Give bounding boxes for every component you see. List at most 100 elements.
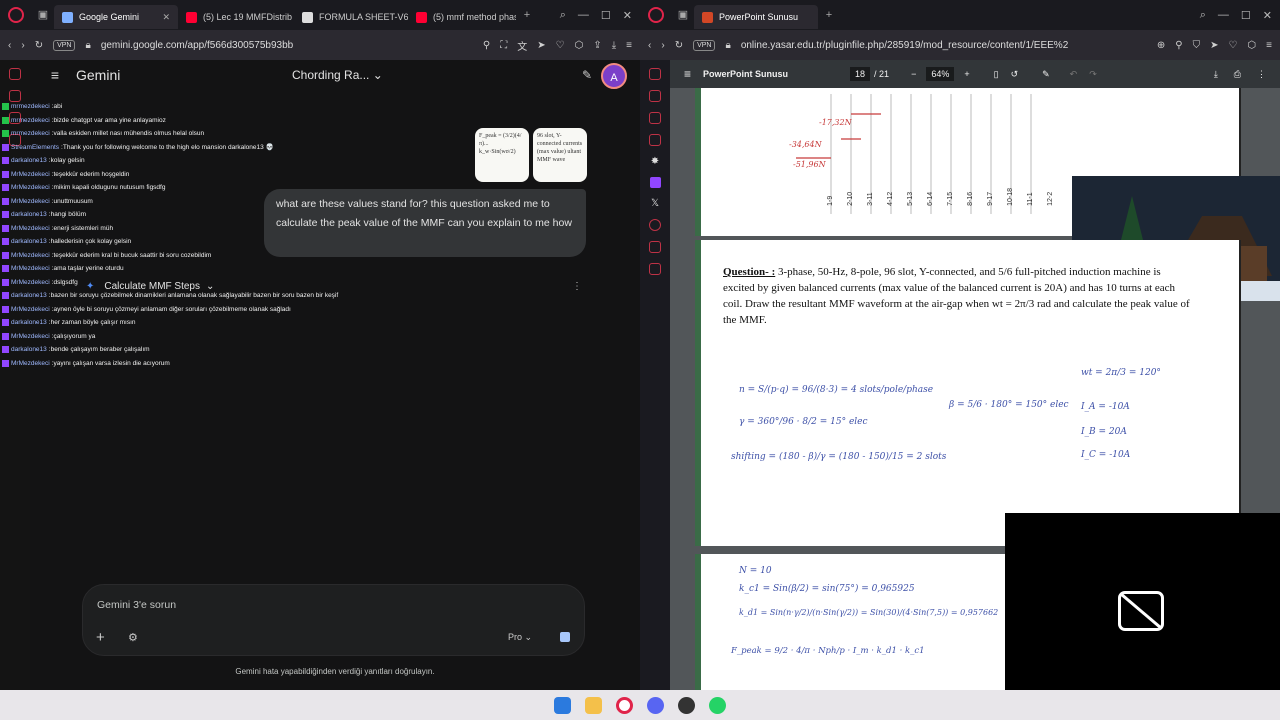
- slot-label: 2-10: [847, 191, 854, 206]
- conversation-title-dropdown[interactable]: Chording Ra... ⌄: [292, 68, 383, 82]
- search-icon[interactable]: ⌕: [1200, 9, 1206, 22]
- print-icon[interactable]: ⎙: [1234, 69, 1241, 80]
- url-field[interactable]: online.yasar.edu.tr/pluginfile.php/28591…: [741, 40, 1147, 51]
- response-title[interactable]: Calculate MMF Steps: [104, 281, 200, 292]
- shield-icon[interactable]: ⛉: [1193, 40, 1201, 51]
- minimize-icon[interactable]: —: [1218, 9, 1229, 22]
- undo-icon[interactable]: ↶: [1070, 69, 1078, 80]
- add-icon[interactable]: +: [96, 629, 105, 646]
- new-tab-icon[interactable]: +: [822, 8, 836, 22]
- zoom-out-icon[interactable]: −: [911, 69, 916, 79]
- download-icon[interactable]: ⤓: [1214, 69, 1218, 80]
- close-window-icon[interactable]: ✕: [1263, 9, 1272, 22]
- heart-icon[interactable]: ♡: [1228, 40, 1237, 51]
- prompt-input-box[interactable]: Gemini 3'e sorun + ⚙ Pro ⌄: [82, 584, 585, 656]
- tools-icon[interactable]: ⚙: [128, 631, 138, 644]
- opera-icon[interactable]: [616, 696, 633, 714]
- more-icon[interactable]: ⋮: [1257, 69, 1266, 80]
- snapshot-icon[interactable]: ⛶: [500, 40, 507, 51]
- bag-icon[interactable]: [649, 90, 661, 102]
- messenger-icon[interactable]: [649, 112, 661, 124]
- heart-icon[interactable]: ♡: [556, 40, 565, 51]
- minimize-icon[interactable]: —: [578, 9, 589, 22]
- tab-youtube-mmf[interactable]: (5) mmf method phas: [408, 5, 516, 29]
- extensions-icon[interactable]: ⬡: [1247, 40, 1256, 51]
- whatsapp-icon[interactable]: [709, 696, 726, 714]
- vpn-badge[interactable]: VPN: [53, 39, 76, 51]
- annotate-icon[interactable]: ✎: [1042, 69, 1050, 80]
- aria-icon[interactable]: [649, 68, 661, 80]
- instagram-icon[interactable]: [649, 134, 661, 146]
- hamburger-menu-icon[interactable]: ≡: [40, 67, 70, 83]
- back-icon[interactable]: ‹: [8, 40, 11, 51]
- attachment-thumbnail-2[interactable]: 96 slot, Y-connected currents (max value…: [533, 128, 587, 182]
- fit-page-icon[interactable]: ▯: [994, 69, 999, 80]
- file-explorer-icon[interactable]: [585, 696, 602, 714]
- chat-text: bizde chatgpt var ama yine anlayamioz: [53, 116, 166, 124]
- chat-text: abi: [53, 103, 63, 110]
- avatar[interactable]: A: [601, 63, 627, 89]
- menu-icon[interactable]: ≡: [1266, 40, 1272, 51]
- opera-logo-icon[interactable]: [648, 7, 664, 23]
- tab-powerpoint[interactable]: PowerPoint Sunusu: [694, 5, 818, 29]
- tabs-menu-icon[interactable]: ▣: [36, 8, 50, 22]
- send-icon[interactable]: ➤: [1210, 40, 1218, 51]
- lock-icon[interactable]: 🔒︎: [725, 40, 730, 51]
- windows-start-icon[interactable]: [554, 696, 571, 714]
- mode-selector[interactable]: Pro ⌄: [508, 632, 532, 643]
- url-field[interactable]: gemini.google.com/app/f566d300575b93bb: [101, 40, 473, 51]
- settings-icon[interactable]: [649, 263, 661, 275]
- new-tab-icon[interactable]: +: [520, 8, 534, 22]
- lock-icon[interactable]: 🔒︎: [85, 40, 90, 51]
- opera-logo-icon[interactable]: [8, 7, 24, 23]
- prompt-input[interactable]: Gemini 3'e sorun: [97, 599, 176, 611]
- zoom-in-icon[interactable]: +: [964, 69, 969, 79]
- share-icon[interactable]: ⇪: [593, 40, 601, 51]
- zoom-icon[interactable]: ⊕: [1157, 40, 1165, 51]
- new-chat-icon[interactable]: ✎: [582, 68, 592, 82]
- tab-youtube-lec19[interactable]: (5) Lec 19 MMFDistrib: [178, 5, 294, 29]
- translate-icon[interactable]: 文: [517, 38, 527, 53]
- aria-icon[interactable]: [9, 68, 21, 80]
- forward-icon[interactable]: ›: [21, 40, 24, 51]
- maximize-icon[interactable]: ☐: [601, 9, 611, 22]
- maximize-icon[interactable]: ☐: [1241, 9, 1251, 22]
- tab-formula-sheet[interactable]: FORMULA SHEET-V6: [294, 5, 408, 29]
- gemini-brand[interactable]: Gemini: [76, 67, 120, 83]
- close-icon[interactable]: ✕: [162, 12, 170, 23]
- pin-icon[interactable]: ⚲: [1175, 40, 1182, 51]
- tab-bar: ▣ Google Gemini ✕ (5) Lec 19 MMFDistrib F…: [0, 0, 640, 30]
- tab-gemini[interactable]: Google Gemini ✕: [54, 5, 178, 29]
- obs-icon[interactable]: [678, 696, 695, 714]
- more-options-icon[interactable]: ⋮: [572, 281, 582, 292]
- menu-icon[interactable]: ≡: [626, 40, 632, 51]
- zoom-level[interactable]: 64%: [926, 67, 955, 81]
- reload-icon[interactable]: ↻: [35, 40, 43, 51]
- close-window-icon[interactable]: ✕: [623, 9, 632, 22]
- extensions-icon[interactable]: ⬡: [575, 40, 584, 51]
- back-icon[interactable]: ‹: [648, 40, 651, 51]
- reload-icon[interactable]: ↻: [675, 40, 683, 51]
- chat-message: MrMezdekeci: teşekkür ederim hoşgeldin: [2, 168, 422, 182]
- stop-button[interactable]: [560, 632, 570, 642]
- tabs-menu-icon[interactable]: ▣: [676, 8, 690, 22]
- rotate-icon[interactable]: ↺: [1011, 69, 1019, 80]
- search-icon[interactable]: ⌕: [560, 9, 566, 22]
- extensions-sidebar-icon[interactable]: [649, 241, 661, 253]
- page-number-input[interactable]: 18: [850, 67, 871, 81]
- twitch-icon[interactable]: [649, 177, 661, 188]
- redo-icon[interactable]: ↷: [1089, 69, 1097, 80]
- forward-icon[interactable]: ›: [661, 40, 664, 51]
- chevron-down-icon[interactable]: ⌄: [206, 281, 214, 292]
- attachment-thumbnail-1[interactable]: F_peak = (3/2)(4/π)... k_w·Sin(wσ/2): [475, 128, 529, 182]
- send-icon[interactable]: ➤: [537, 40, 545, 51]
- sidebar-toggle-icon[interactable]: ≡: [684, 67, 691, 81]
- x-icon[interactable]: 𝕏: [651, 198, 659, 209]
- vpn-badge[interactable]: VPN: [693, 39, 716, 51]
- chatgpt-icon[interactable]: ✸: [651, 156, 659, 167]
- download-icon[interactable]: ⤓: [612, 40, 616, 51]
- pin-icon[interactable]: ⚲: [483, 40, 490, 51]
- discord-icon[interactable]: [647, 696, 664, 714]
- history-icon[interactable]: [649, 219, 661, 231]
- camera-off-icon: [1118, 591, 1164, 631]
